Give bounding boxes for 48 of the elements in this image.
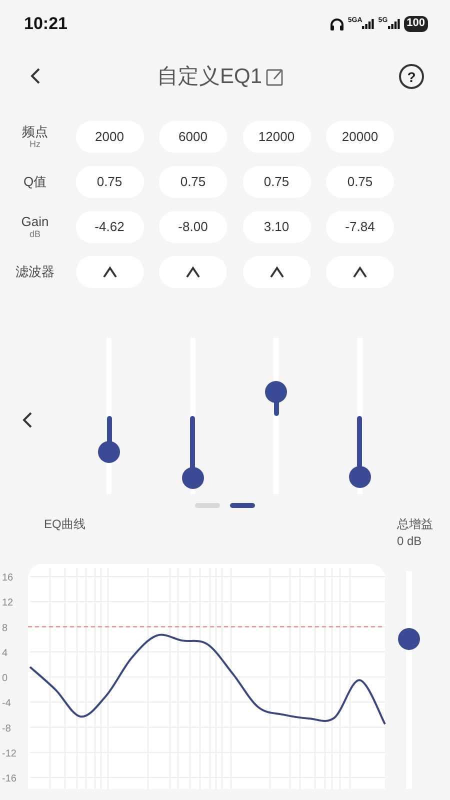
axis-label: 8 bbox=[2, 622, 8, 634]
unit-label: dB bbox=[29, 230, 40, 240]
unit-label: Hz bbox=[30, 140, 40, 150]
row-label: 滤波器 bbox=[16, 264, 54, 280]
status-time: 10:21 bbox=[24, 13, 68, 36]
battery-indicator: 100 bbox=[404, 16, 428, 32]
signal-icon bbox=[388, 19, 400, 29]
help-button[interactable]: ? bbox=[399, 64, 424, 89]
peak-filter-icon bbox=[185, 265, 201, 279]
section-title: EQ曲线 bbox=[44, 516, 86, 533]
page-indicator[interactable] bbox=[230, 503, 255, 508]
slider-thumb[interactable] bbox=[348, 466, 370, 488]
value-field[interactable]: 0.75 bbox=[76, 166, 144, 198]
page-title: 自定义EQ1 bbox=[156, 64, 262, 90]
gain-label: 总增益 bbox=[397, 516, 433, 533]
value-field[interactable]: -7.84 bbox=[326, 211, 394, 243]
slider-thumb[interactable] bbox=[398, 628, 420, 650]
edit-icon[interactable] bbox=[266, 68, 284, 86]
axis-label: 12 bbox=[2, 598, 14, 609]
axis-label: -12 bbox=[2, 748, 16, 760]
value-field[interactable]: -4.62 bbox=[76, 211, 144, 243]
value-field[interactable]: 20000 bbox=[326, 121, 394, 153]
row-label: Gain bbox=[21, 214, 49, 230]
peak-filter-icon bbox=[102, 265, 118, 279]
axis-label: -8 bbox=[2, 723, 11, 734]
headphones-icon bbox=[330, 18, 344, 30]
row-label: 频点 bbox=[22, 124, 48, 140]
axis-label: 0 bbox=[2, 673, 8, 684]
axis-label: 4 bbox=[2, 648, 8, 659]
gain-value: 0 dB bbox=[397, 533, 423, 550]
axis-label: -4 bbox=[2, 698, 11, 710]
value-field[interactable]: 0.75 bbox=[242, 166, 310, 198]
value-field[interactable]: -8.00 bbox=[159, 211, 227, 243]
axis-label: 16 bbox=[2, 572, 14, 584]
slider-thumb[interactable] bbox=[98, 440, 120, 463]
signal-icon bbox=[362, 19, 374, 29]
value-field[interactable]: 6000 bbox=[159, 121, 227, 153]
peak-filter-icon bbox=[268, 265, 284, 279]
value-field[interactable]: 12000 bbox=[242, 121, 310, 153]
peak-filter-icon bbox=[352, 265, 368, 279]
value-field[interactable]: 0.75 bbox=[326, 166, 394, 198]
slider-thumb[interactable] bbox=[265, 380, 287, 403]
value-field[interactable]: 3.10 bbox=[242, 211, 310, 243]
axis-label: -16 bbox=[2, 774, 16, 784]
value-field[interactable]: 2000 bbox=[76, 121, 144, 153]
slider-thumb[interactable] bbox=[182, 467, 204, 490]
row-label: Q值 bbox=[23, 174, 47, 190]
value-field[interactable]: 0.75 bbox=[159, 166, 227, 198]
